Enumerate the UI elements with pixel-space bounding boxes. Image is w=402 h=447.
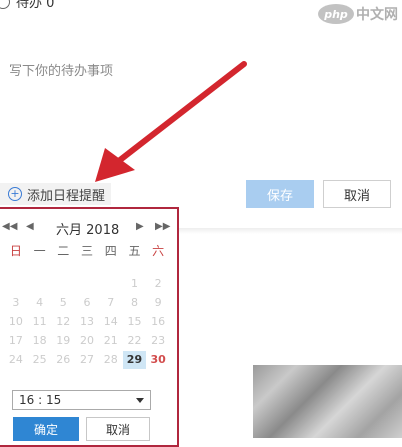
plus-icon: + (8, 187, 22, 201)
day-cell[interactable]: 15 (123, 313, 147, 331)
day-cell (99, 275, 123, 293)
blurred-image (253, 365, 402, 438)
week-row: 17 18 19 20 21 22 23 (4, 332, 170, 350)
todo-header: 待办 0 (0, 0, 54, 11)
day-cell[interactable]: 8 (123, 294, 147, 312)
weekday-label: 三 (81, 244, 94, 258)
next-month-icon[interactable]: ▶ (136, 221, 144, 232)
day-cell (51, 275, 75, 293)
day-cell[interactable]: 23 (146, 332, 170, 350)
day-cell[interactable]: 25 (28, 351, 52, 369)
weekday-row: 日一二三四五六 (4, 242, 170, 259)
day-cell[interactable]: 30 (146, 351, 170, 369)
day-cell[interactable]: 4 (28, 294, 52, 312)
arrow-head (95, 148, 135, 182)
day-cell[interactable]: 16 (146, 313, 170, 331)
year-label: 2018 (86, 223, 120, 238)
day-cell[interactable]: 11 (28, 313, 52, 331)
arrow-shaft (117, 61, 247, 163)
add-reminder-button[interactable]: + 添加日程提醒 (0, 183, 112, 205)
cancel-button[interactable]: 取消 (323, 180, 391, 208)
weekday-label: 四 (104, 244, 117, 258)
day-cell[interactable]: 18 (28, 332, 52, 350)
day-cell[interactable]: 14 (99, 313, 123, 331)
day-cell[interactable]: 26 (51, 351, 75, 369)
day-cell[interactable]: 17 (4, 332, 28, 350)
day-cell[interactable]: 13 (75, 313, 99, 331)
day-cell[interactable]: 9 (146, 294, 170, 312)
day-cell[interactable]: 28 (99, 351, 123, 369)
day-cell[interactable]: 29 (122, 351, 147, 369)
php-logo: php (318, 4, 354, 24)
day-cell[interactable]: 6 (75, 294, 99, 312)
day-cell[interactable]: 12 (51, 313, 75, 331)
day-cell[interactable]: 7 (99, 294, 123, 312)
day-cell[interactable]: 2 (146, 275, 170, 293)
day-cell[interactable]: 5 (51, 294, 75, 312)
weekday-label: 二 (57, 244, 70, 258)
month-year: 六月 2018 (56, 219, 119, 238)
day-grid: 1 2 3 4 5 6 7 8 9 10 11 12 13 14 15 16 17 18 19 20 21 22 23 24 2… (4, 275, 170, 370)
prev-year-icon[interactable]: ◀◀ (2, 221, 17, 232)
week-row: 3456789 (4, 294, 170, 312)
week-row: 12 (4, 275, 170, 293)
day-cell[interactable]: 1 (123, 275, 147, 293)
day-cell (75, 275, 99, 293)
day-cell[interactable]: 21 (99, 332, 123, 350)
add-reminder-label: 添加日程提醒 (27, 188, 106, 204)
watermark: php 中文网 (318, 0, 398, 28)
time-value: 16 : 15 (19, 393, 62, 407)
day-cell[interactable]: 19 (51, 332, 75, 350)
prev-month-icon[interactable]: ◀ (26, 221, 34, 232)
save-button[interactable]: 保存 (246, 180, 314, 208)
day-cell (28, 275, 52, 293)
calendar-nav: ◀◀ ◀ 六月 2018 ▶ ▶▶ (0, 219, 177, 238)
day-cell (4, 275, 28, 293)
weekday-label: 五 (128, 244, 141, 258)
next-year-icon[interactable]: ▶▶ (155, 221, 170, 232)
todo-title: 待办 0 (16, 0, 55, 11)
weekday-label: 六 (152, 244, 165, 258)
chevron-down-icon (136, 397, 144, 403)
day-cell[interactable]: 3 (4, 294, 28, 312)
day-cell[interactable]: 10 (4, 313, 28, 331)
weekday-label: 一 (33, 244, 46, 258)
week-row: 24 25 26 27 28 29 30 (4, 351, 170, 369)
day-cell[interactable]: 24 (4, 351, 28, 369)
day-cell[interactable]: 27 (75, 351, 99, 369)
picker-cancel-button[interactable]: 取消 (86, 417, 150, 441)
time-select[interactable]: 16 : 15 (12, 390, 151, 410)
date-picker: ◀◀ ◀ 六月 2018 ▶ ▶▶ 日一二三四五六 1 2 3 4 5 6 7 8 9 10 11 1… (0, 207, 179, 447)
month-label: 六月 (56, 223, 83, 238)
confirm-button[interactable]: 确定 (13, 417, 79, 441)
week-row: 10 11 12 13 14 15 16 (4, 313, 170, 331)
watermark-text: 中文网 (356, 7, 398, 23)
circle-icon (0, 0, 10, 9)
todo-input[interactable]: 写下你的待办事项 (9, 60, 113, 79)
weekday-label: 日 (9, 244, 22, 258)
day-cell[interactable]: 22 (123, 332, 147, 350)
day-cell[interactable]: 20 (75, 332, 99, 350)
